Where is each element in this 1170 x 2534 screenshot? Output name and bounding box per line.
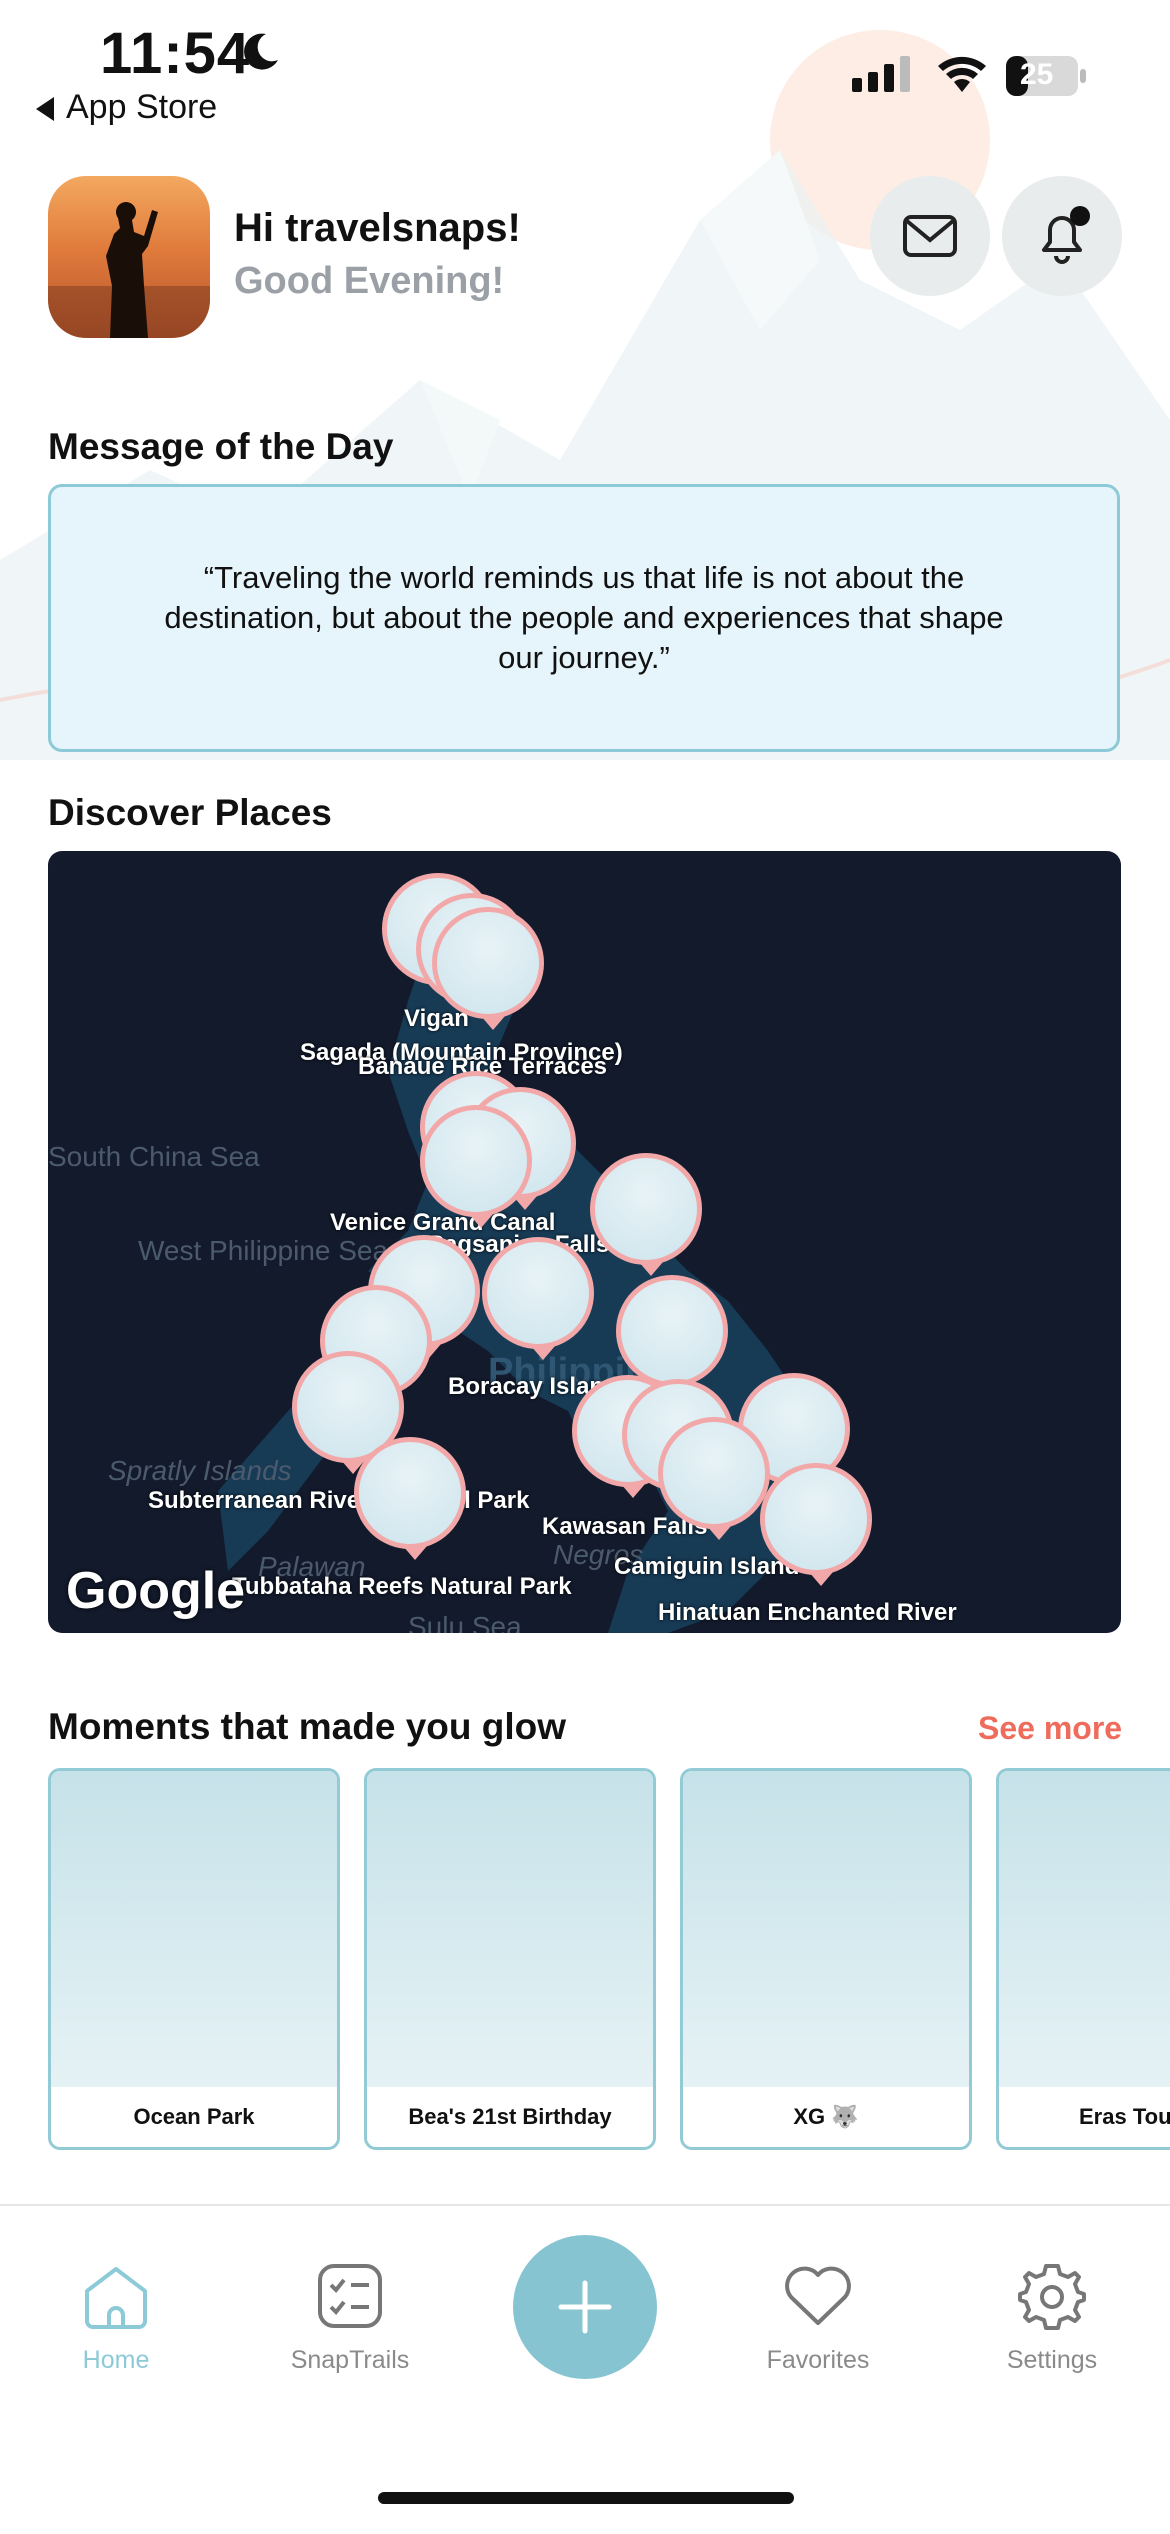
checklist-icon — [318, 2264, 382, 2328]
back-app-label: App Store — [66, 88, 218, 126]
map-pin[interactable] — [658, 1417, 770, 1540]
tab-settings[interactable]: Settings — [962, 2256, 1142, 2375]
tab-label: SnapTrails — [290, 2346, 410, 2374]
sea-label: Spratly Islands — [108, 1455, 292, 1486]
tab-snaptrails[interactable]: SnapTrails — [260, 2256, 440, 2375]
home-icon — [85, 2267, 147, 2329]
moment-label: Eras Tour — [1079, 2104, 1170, 2129]
home-indicator[interactable] — [378, 2492, 794, 2504]
moment-thumbnail — [683, 1771, 969, 2087]
wifi-icon — [938, 56, 986, 92]
moment-thumbnail — [367, 1771, 653, 2087]
tab-label: Home — [82, 2346, 150, 2374]
map-pin[interactable] — [482, 1237, 594, 1360]
bell-icon — [1042, 206, 1090, 264]
moment-card[interactable]: Eras Tour — [996, 1768, 1170, 2150]
heart-icon — [785, 2266, 851, 2325]
mail-icon — [903, 215, 957, 257]
discover-title: Discover Places — [48, 792, 332, 833]
plus-icon — [558, 2280, 612, 2334]
notifications-button[interactable] — [1002, 176, 1122, 296]
moments-title: Moments that made you glow — [48, 1706, 567, 1747]
battery-indicator: 25 — [1006, 56, 1086, 96]
back-to-app-store[interactable]: App Store — [36, 88, 217, 127]
tab-favorites[interactable]: Favorites — [728, 2256, 908, 2375]
map-pin[interactable] — [432, 907, 544, 1030]
tab-label: Favorites — [766, 2346, 870, 2374]
motd-title: Message of the Day — [48, 426, 394, 467]
cellular-signal-icon — [852, 56, 910, 92]
map-pin[interactable] — [616, 1275, 728, 1398]
moment-label: Bea's 21st Birthday — [408, 2104, 612, 2129]
tab-home[interactable]: Home — [26, 2256, 206, 2375]
moment-card[interactable]: Bea's 21st Birthday — [364, 1768, 656, 2150]
google-attribution: Google — [66, 1562, 246, 1620]
map-place-label[interactable]: Tubbataha Reefs Natural Park — [232, 1573, 572, 1601]
map-place-label[interactable]: Hinatuan Enchanted River — [658, 1599, 957, 1627]
moment-card[interactable]: Ocean Park — [48, 1768, 340, 2150]
moon-icon — [244, 33, 278, 70]
greeting: Hi travelsnaps! — [234, 206, 521, 250]
sea-label: West Philippine Sea — [138, 1235, 389, 1266]
map-pin[interactable] — [420, 1105, 532, 1228]
moment-card[interactable]: XG 🐺 — [680, 1768, 972, 2150]
moment-label: XG 🐺 — [793, 2104, 859, 2129]
see-more-link[interactable]: See more — [978, 1710, 1122, 1747]
tab-label: Settings — [1006, 2346, 1098, 2374]
messages-button[interactable] — [870, 176, 990, 296]
map-place-label[interactable]: Camiguin Island — [614, 1553, 799, 1581]
moment-thumbnail — [51, 1771, 337, 2087]
moment-thumbnail — [999, 1771, 1170, 2087]
add-button[interactable] — [513, 2235, 657, 2379]
avatar[interactable] — [48, 176, 210, 338]
status-time: 11:54 — [100, 21, 251, 86]
map-pin[interactable] — [760, 1463, 872, 1586]
map-pin[interactable] — [590, 1153, 702, 1276]
avatar-silhouette — [48, 202, 210, 338]
motd-card: “Traveling the world reminds us that lif… — [48, 484, 1120, 752]
map-place-label[interactable]: Subterranean River National Park — [148, 1487, 529, 1515]
map-pin[interactable] — [354, 1437, 466, 1560]
sea-label: Sulu Sea — [408, 1611, 522, 1633]
subgreeting: Good Evening! — [234, 260, 505, 302]
discover-map[interactable]: South China Sea West Philippine Sea Spra… — [48, 851, 1121, 1633]
back-arrow-icon — [36, 97, 54, 122]
gear-icon — [1018, 2264, 1086, 2330]
battery-level: 25 — [1020, 58, 1054, 91]
motd-quote: “Traveling the world reminds us that lif… — [164, 560, 1004, 675]
sea-label: South China Sea — [48, 1141, 260, 1172]
moment-label: Ocean Park — [133, 2104, 255, 2129]
